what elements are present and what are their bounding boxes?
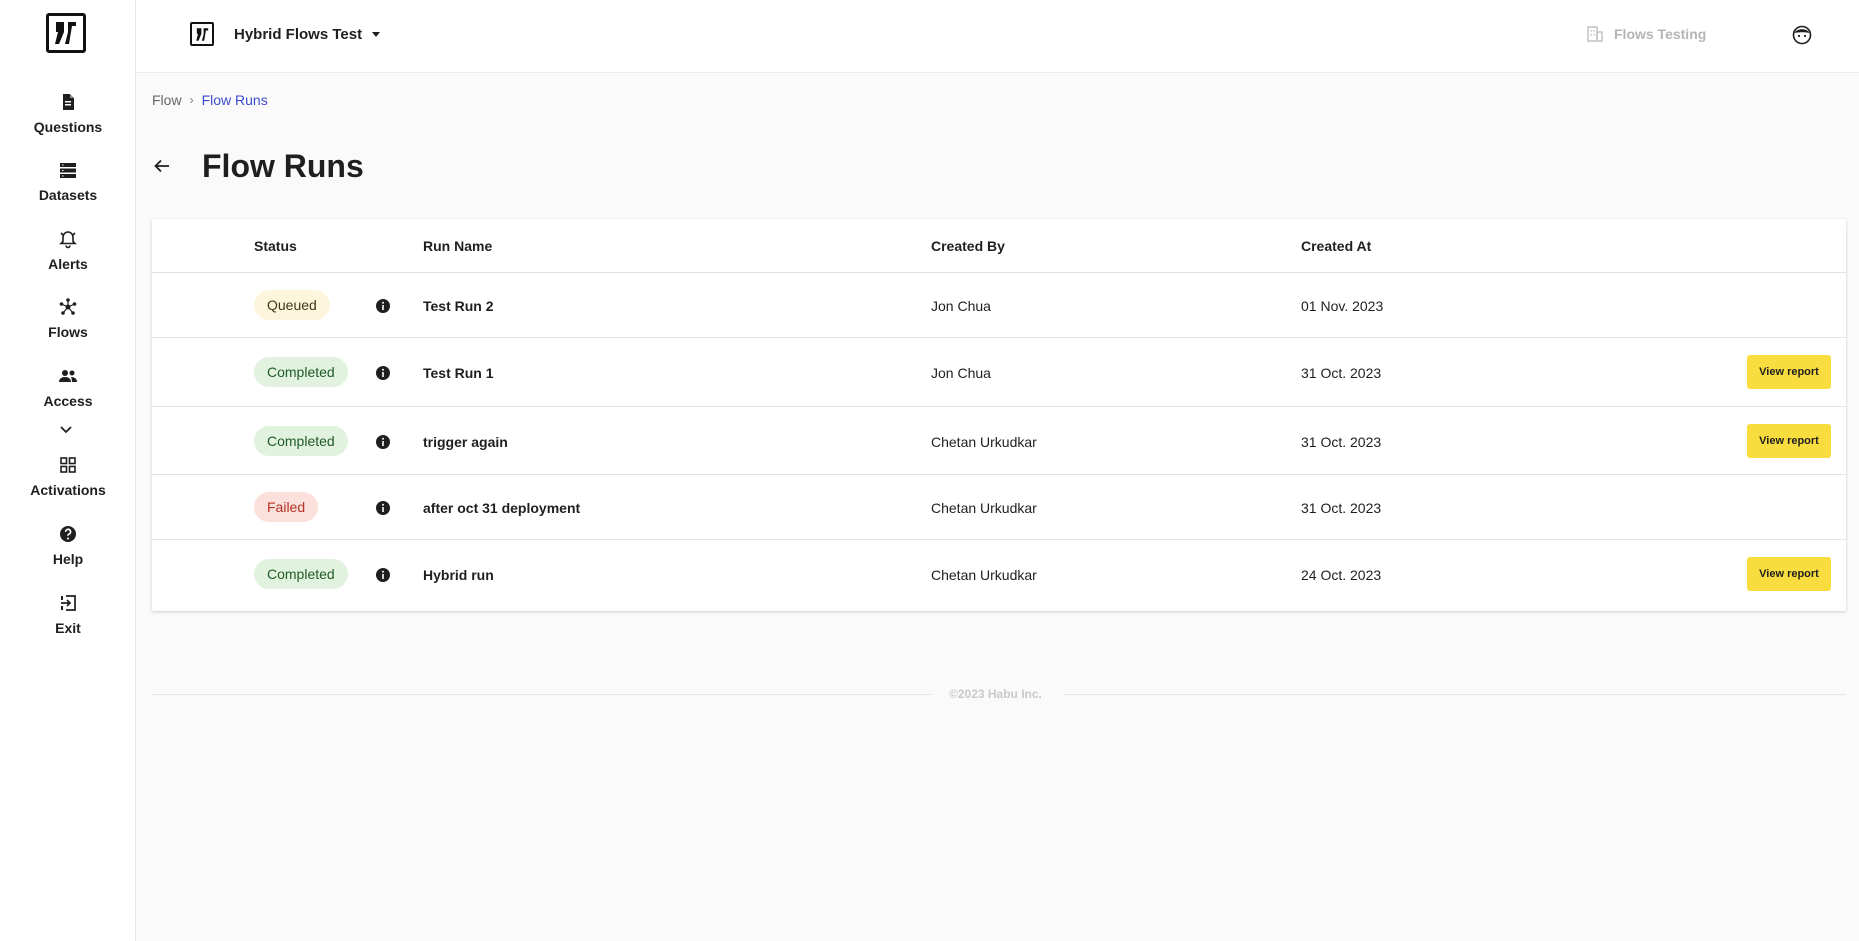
column-header-created-at: Created At [1301,238,1372,254]
created-at: 01 Nov. 2023 [1301,298,1384,314]
breadcrumb-separator: › [189,93,194,107]
table-row: Completed Hybrid run Chetan Urkudkar 24 … [152,540,1846,610]
sidebar-item-label: Help [52,551,84,567]
flows-icon [58,297,78,317]
run-name: trigger again [423,434,508,450]
sidebar-item-label: Datasets [38,187,98,203]
sidebar-item-flows[interactable]: Flows [0,297,136,340]
info-icon[interactable] [375,298,391,314]
footer-line-left [152,694,932,695]
user-avatar-icon[interactable] [1792,25,1812,45]
column-header-status: Status [254,238,297,254]
info-icon[interactable] [375,434,391,450]
info-icon[interactable] [375,365,391,381]
created-by: Jon Chua [931,298,991,314]
run-name: Test Run 2 [423,298,494,314]
people-icon [58,366,78,386]
status-badge: Failed [254,492,319,522]
sidebar-item-datasets[interactable]: Datasets [0,160,136,203]
info-icon[interactable] [375,567,391,583]
status-badge: Completed [254,426,348,456]
run-name: Test Run 1 [423,365,494,381]
info-icon[interactable] [375,500,391,516]
view-report-button[interactable]: View report [1747,355,1831,389]
bell-icon [58,229,78,249]
back-arrow-icon[interactable] [152,156,172,176]
table-row: Completed trigger again Chetan Urkudkar … [152,407,1846,475]
table-row: Queued Test Run 2 Jon Chua 01 Nov. 2023 [152,273,1846,338]
workspace-logo-icon [190,22,214,46]
database-icon [58,160,78,180]
created-by: Chetan Urkudkar [931,567,1037,583]
sidebar-item-label: Exit [55,620,81,636]
grid-icon [58,455,78,475]
workspace-selector[interactable]: Hybrid Flows Test [234,26,381,43]
document-icon [58,92,78,112]
footer: ©2023 Habu Inc. [152,686,1846,702]
chevron-down-icon[interactable] [58,421,74,437]
sidebar-item-access[interactable]: Access [0,366,136,409]
view-report-button[interactable]: View report [1747,424,1831,458]
status-badge: Completed [254,357,348,387]
caret-down-icon [372,32,381,37]
workspace-name: Hybrid Flows Test [234,26,363,43]
sidebar-item-label: Alerts [48,256,88,272]
sidebar-item-questions[interactable]: Questions [0,92,136,135]
run-name: after oct 31 deployment [423,500,581,516]
sidebar-item-label: Flows [48,324,88,340]
logo-quote-icon [55,22,76,44]
breadcrumb: Flow › Flow Runs [152,92,268,108]
organization-indicator: Flows Testing [1586,25,1706,43]
flow-runs-table: Status Run Name Created By Created At Qu… [152,219,1846,611]
sidebar-item-label: Questions [33,119,103,135]
status-badge: Completed [254,559,348,589]
run-name: Hybrid run [423,567,494,583]
exit-icon [58,593,78,613]
table-row: Completed Test Run 1 Jon Chua 31 Oct. 20… [152,338,1846,407]
table-row: Failed after oct 31 deployment Chetan Ur… [152,475,1846,540]
created-at: 24 Oct. 2023 [1301,567,1382,583]
sidebar-item-alerts[interactable]: Alerts [0,229,136,272]
sidebar-item-exit[interactable]: Exit [0,593,136,636]
breadcrumb-flow-link[interactable]: Flow [152,92,182,108]
view-report-button[interactable]: View report [1747,557,1831,591]
building-icon [1587,26,1603,42]
sidebar-item-label: Access [43,393,93,409]
column-header-created-by: Created By [931,238,1005,254]
column-header-run-name: Run Name [423,238,493,254]
created-at: 31 Oct. 2023 [1301,434,1382,450]
page-title: Flow Runs [202,148,364,184]
sidebar-item-activations[interactable]: Activations [0,455,136,498]
top-bar: Hybrid Flows Test Flows Testing [136,0,1859,73]
sidebar-item-help[interactable]: Help [0,524,136,567]
help-icon [58,524,78,544]
footer-copyright: ©2023 Habu Inc. [949,687,1042,701]
breadcrumb-current: Flow Runs [201,92,268,108]
sidebar: Questions Datasets Alerts Flows Access A… [0,0,136,941]
created-at: 31 Oct. 2023 [1301,365,1382,381]
status-badge: Queued [254,290,330,320]
app-logo[interactable] [46,13,86,53]
created-by: Jon Chua [931,365,991,381]
created-at: 31 Oct. 2023 [1301,500,1382,516]
organization-name: Flows Testing [1614,26,1707,42]
created-by: Chetan Urkudkar [931,434,1037,450]
created-by: Chetan Urkudkar [931,500,1037,516]
sidebar-item-label: Activations [30,482,106,498]
footer-line-right [1064,694,1846,695]
